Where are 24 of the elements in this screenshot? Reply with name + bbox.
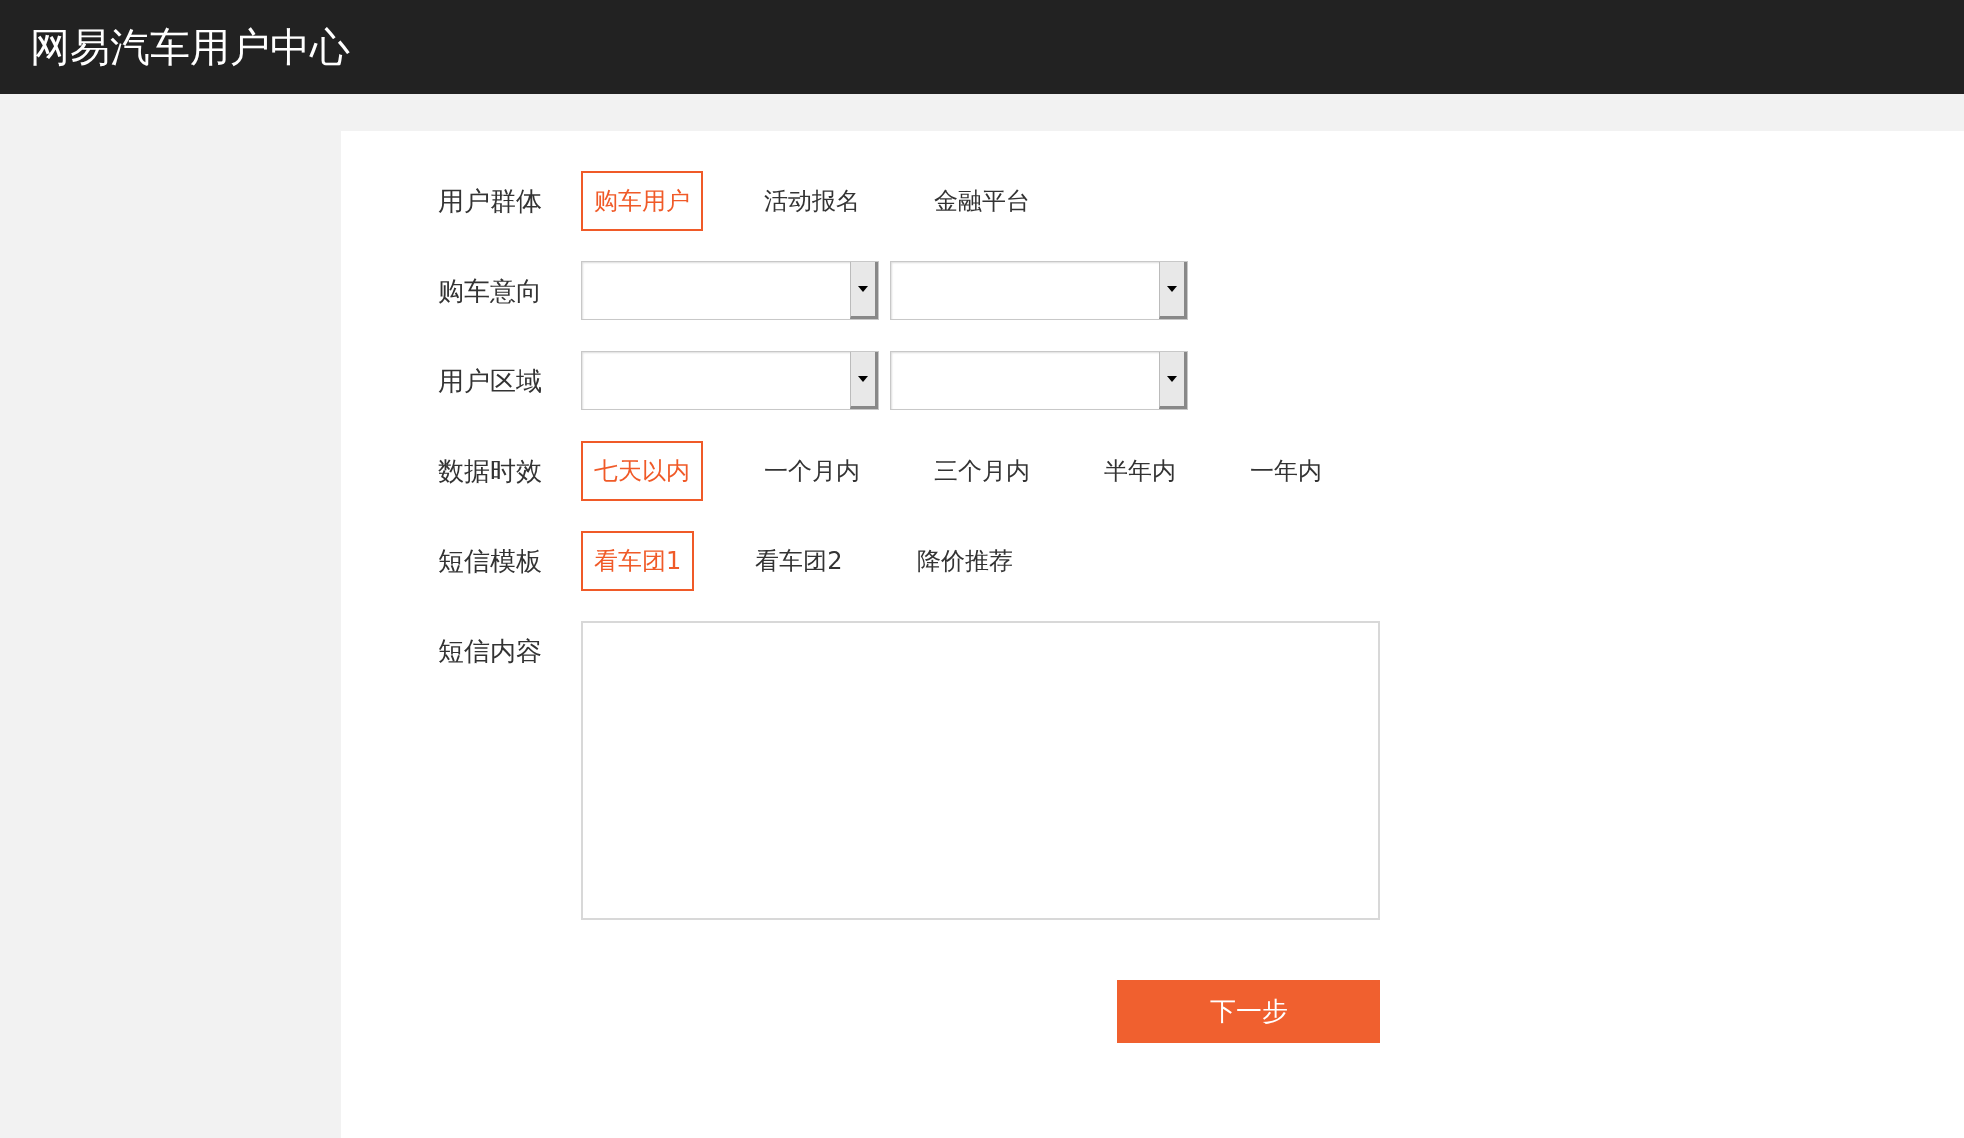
option-button[interactable]: 半年内 bbox=[1091, 441, 1189, 501]
option-button[interactable]: 降价推荐 bbox=[903, 531, 1026, 591]
option-button[interactable]: 金融平台 bbox=[921, 171, 1043, 231]
option-button[interactable]: 活动报名 bbox=[751, 171, 873, 231]
field-label: 用户区域 bbox=[438, 365, 543, 398]
option-button[interactable]: 一年内 bbox=[1237, 441, 1335, 501]
dropdown-field[interactable] bbox=[890, 261, 1188, 320]
option-button[interactable]: 三个月内 bbox=[921, 441, 1043, 501]
caret-icon bbox=[858, 286, 868, 292]
field-label: 短信模板 bbox=[438, 545, 543, 578]
option-button[interactable]: 一个月内 bbox=[751, 441, 873, 501]
caret-icon bbox=[1167, 286, 1177, 292]
caret-icon bbox=[1167, 376, 1177, 382]
page-title: 网易汽车用户中心 bbox=[30, 23, 350, 72]
dropdown-field[interactable] bbox=[581, 261, 879, 320]
field-label: 购车意向 bbox=[438, 275, 543, 308]
message-text-area[interactable] bbox=[581, 621, 1380, 920]
field-label: 短信内容 bbox=[438, 635, 543, 668]
dropdown-field[interactable] bbox=[581, 351, 879, 410]
dropdown-field[interactable] bbox=[890, 351, 1188, 410]
field-label: 数据时效 bbox=[438, 455, 543, 488]
caret-icon bbox=[858, 376, 868, 382]
option-button[interactable]: 看车团2 bbox=[742, 531, 856, 591]
field-label: 用户群体 bbox=[438, 185, 543, 218]
